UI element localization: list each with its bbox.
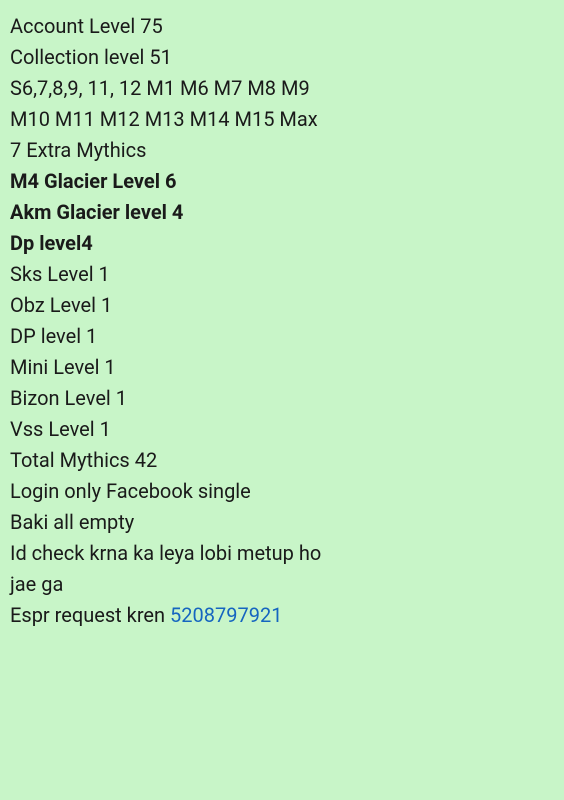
skins-line2: M10 M11 M12 M13 M14 M15 Max	[10, 105, 554, 134]
espr-request: Espr request kren 5208797921	[10, 601, 554, 630]
dp-level1: DP level 1	[10, 322, 554, 351]
id-check-line2: jae ga	[10, 570, 554, 599]
total-mythics: Total Mythics 42	[10, 446, 554, 475]
mini-level: Mini Level 1	[10, 353, 554, 382]
dp-level4: Dp level4	[10, 229, 554, 258]
akm-glacier: Akm Glacier level 4	[10, 198, 554, 227]
main-content: Account Level 75Collection level 51S6,7,…	[10, 12, 554, 630]
sks-level: Sks Level 1	[10, 260, 554, 289]
extra-mythics: 7 Extra Mythics	[10, 136, 554, 165]
baki-info: Baki all empty	[10, 508, 554, 537]
vss-level: Vss Level 1	[10, 415, 554, 444]
bizon-level: Bizon Level 1	[10, 384, 554, 413]
login-info: Login only Facebook single	[10, 477, 554, 506]
obz-level: Obz Level 1	[10, 291, 554, 320]
phone-number[interactable]: 5208797921	[170, 603, 282, 627]
skins-line1: S6,7,8,9, 11, 12 M1 M6 M7 M8 M9	[10, 74, 554, 103]
account-level: Account Level 75	[10, 12, 554, 41]
collection-level: Collection level 51	[10, 43, 554, 72]
m4-glacier: M4 Glacier Level 6	[10, 167, 554, 196]
id-check-line1: Id check krna ka leya lobi metup ho	[10, 539, 554, 568]
